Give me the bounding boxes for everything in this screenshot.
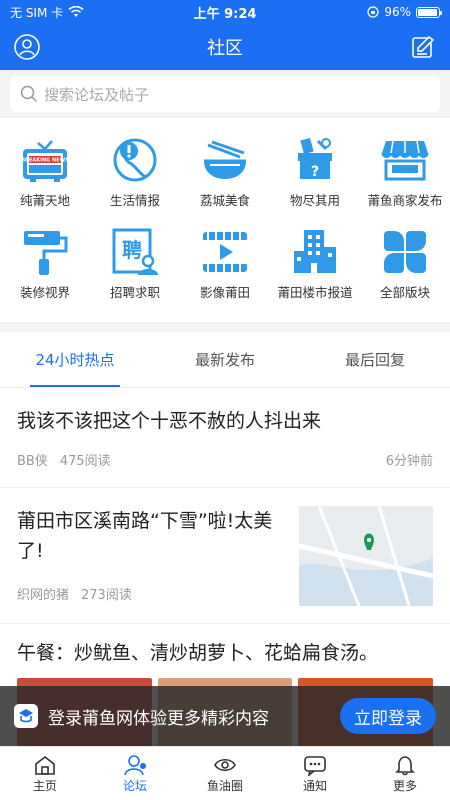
compose-icon[interactable] <box>410 34 436 60</box>
status-bar: 无 SIM 卡 上午 9:24 96% <box>0 0 450 24</box>
category-label: 纯莆天地 <box>19 193 70 208</box>
tabbar-notifications[interactable]: 通知 <box>270 747 360 800</box>
category-item-chunpu[interactable]: BREAKING NEWS 纯莆天地 <box>0 132 90 224</box>
category-label: 荔城美食 <box>199 193 250 208</box>
tabbar-label: 鱼油圈 <box>206 778 243 793</box>
category-label: 生活情报 <box>109 193 160 208</box>
category-label: 招聘求职 <box>109 285 160 300</box>
search-placeholder: 搜索论坛及帖子 <box>44 85 150 104</box>
nav-bar: 社区 <box>0 24 450 70</box>
feed-tabs: 24小时热点 最新发布 最后回复 <box>0 332 450 388</box>
category-label: 影像莆田 <box>199 285 250 300</box>
header: 无 SIM 卡 上午 9:24 96% 社区 <box>0 0 450 70</box>
search-icon <box>20 85 38 103</box>
login-banner: 登录莆鱼网体验更多精彩内容 立即登录 <box>0 686 450 746</box>
paint-roller-icon <box>17 224 73 280</box>
category-item-useful[interactable]: ? 物尽其用 <box>270 132 360 224</box>
user-profile-icon[interactable] <box>14 34 40 60</box>
svg-text:?: ? <box>311 164 319 180</box>
tabbar-label: 论坛 <box>122 778 147 793</box>
banner-text: 登录莆鱼网体验更多精彩内容 <box>48 708 269 729</box>
category-label: 装修视界 <box>19 285 70 300</box>
tab-latest[interactable]: 最新发布 <box>150 332 300 387</box>
job-card-icon: 聘 <box>107 224 163 280</box>
section-divider <box>0 322 450 332</box>
mystery-box-icon: ? <box>287 132 343 188</box>
news-badge: BREAKING NEWS <box>21 158 69 164</box>
page-title: 社区 <box>207 38 243 59</box>
bell-icon <box>395 755 415 775</box>
category-item-jobs[interactable]: 聘 招聘求职 <box>90 224 180 316</box>
post-title: 午餐：炒鱿鱼、清炒胡萝卜、花蛤扁食汤。 <box>17 642 379 664</box>
tabbar-label: 主页 <box>32 778 57 793</box>
category-label: 莆鱼商家发布 <box>367 193 443 208</box>
post-reads: 273阅读 <box>81 588 132 603</box>
eye-icon <box>214 758 236 771</box>
post-author: BB侠 <box>17 454 48 469</box>
alert-globe-icon <box>107 132 163 188</box>
category-item-merchant[interactable]: 莆鱼商家发布 <box>360 132 450 224</box>
forum-user-icon <box>124 754 146 775</box>
category-item-realestate[interactable]: 莆田楼市报道 <box>270 224 360 316</box>
post-item[interactable]: 莆田市区溪南路“下雪”啦!太美了! 织网的猪 273阅读 <box>0 488 450 624</box>
post-map-thumbnail <box>299 506 433 606</box>
search-area: 搜索论坛及帖子 <box>0 70 450 118</box>
category-label: 全部版块 <box>379 285 430 300</box>
battery-icon <box>416 6 442 18</box>
app-logo-icon <box>14 704 38 728</box>
post-title: 莆田市区溪南路“下雪”啦!太美了! <box>17 510 273 562</box>
tabbar-label: 通知 <box>302 778 327 793</box>
category-label: 莆田楼市报道 <box>277 285 353 300</box>
status-time: 上午 9:24 <box>193 6 257 22</box>
tabbar-circle[interactable]: 鱼油圈 <box>180 747 270 800</box>
tabbar-forum[interactable]: 论坛 <box>90 747 180 800</box>
post-author: 织网的猪 <box>17 588 70 603</box>
login-button[interactable]: 立即登录 <box>340 698 436 734</box>
post-time: 6分钟前 <box>385 454 433 469</box>
tabbar-home[interactable]: 主页 <box>0 747 90 800</box>
job-card-character: 聘 <box>122 238 142 262</box>
post-title: 我该不该把这个十恶不赦的人抖出来 <box>17 410 322 432</box>
category-item-life[interactable]: 生活情报 <box>90 132 180 224</box>
tabbar-label: 更多 <box>392 778 417 793</box>
category-item-all[interactable]: 全部版块 <box>360 224 450 316</box>
tab-24h-hot[interactable]: 24小时热点 <box>0 332 150 387</box>
tab-last-reply[interactable]: 最后回复 <box>300 332 450 387</box>
category-item-food[interactable]: 荔城美食 <box>180 132 270 224</box>
post-reads: 475阅读 <box>59 454 111 469</box>
chat-bubble-icon <box>304 755 326 776</box>
search-input[interactable]: 搜索论坛及帖子 <box>10 76 440 112</box>
post-item[interactable]: 我该不该把这个十恶不赦的人抖出来 BB侠 475阅读 6分钟前 <box>0 388 450 488</box>
bottom-tab-bar: 主页 论坛 鱼油圈 通知 更多 <box>0 746 450 800</box>
category-label: 物尽其用 <box>289 193 340 208</box>
all-sections-icon <box>377 224 433 280</box>
category-grid: BREAKING NEWS 纯莆天地 生活情报 荔城美食 ? 物尽其用 莆鱼商家… <box>0 118 450 322</box>
tabbar-more[interactable]: 更多 <box>360 747 450 800</box>
video-player-icon <box>197 224 253 280</box>
category-item-decor[interactable]: 装修视界 <box>0 224 90 316</box>
noodle-bowl-icon <box>197 132 253 188</box>
news-tv-icon: BREAKING NEWS <box>17 132 73 188</box>
storefront-icon <box>377 132 433 188</box>
building-icon <box>287 224 343 280</box>
category-item-photo[interactable]: 影像莆田 <box>180 224 270 316</box>
home-icon <box>35 755 55 775</box>
